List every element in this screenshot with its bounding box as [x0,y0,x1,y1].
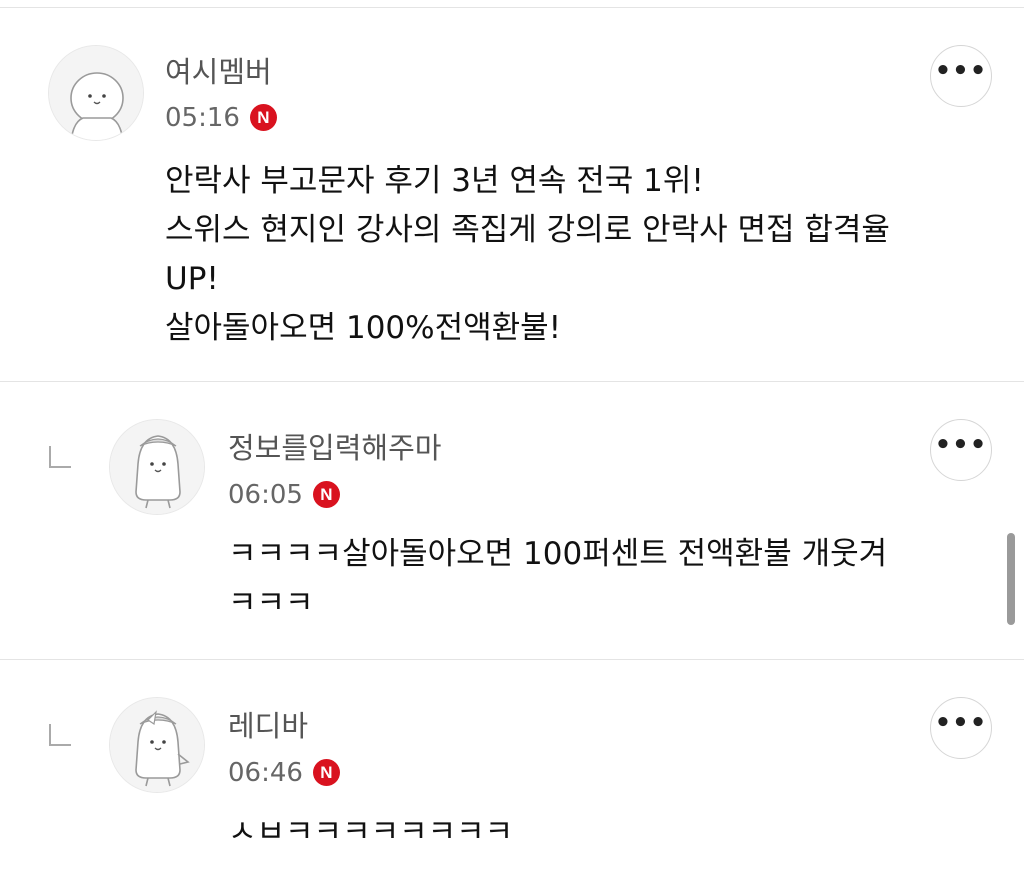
more-options-button[interactable]: ••• [930,419,992,481]
reply-item: 레디바 06:46 N ••• ㅅㅂㅋㅋㅋㅋㅋㅋㅋㅋ [0,660,1024,880]
cat-avatar-icon [49,46,143,140]
comment-line: UP! [165,261,219,297]
avatar[interactable] [109,419,205,515]
avatar[interactable] [48,45,144,141]
more-icon: ••• [934,56,988,86]
comment-body: ㅅㅂㅋㅋㅋㅋㅋㅋㅋㅋ [228,808,513,857]
comment-author[interactable]: 여시멤버 [165,58,272,87]
new-badge: N [249,104,277,131]
comment-time: 06:46 [228,757,303,788]
scrollbar[interactable] [1007,533,1015,625]
comment-time: 05:16 [165,102,240,133]
comment-line: 스위스 현지인 강사의 족집게 강의로 안락사 면접 합격율 [165,212,890,248]
comment-line: ㅋㅋㅋㅋ살아돌아오면 100퍼센트 전액환불 개웃겨 [228,536,888,572]
new-badge: N [312,481,340,508]
comment-author[interactable]: 정보를입력해주마 [228,434,441,463]
comment-body: 안락사 부고문자 후기 3년 연속 전국 1위! 스위스 현지인 강사의 족집게… [165,157,890,353]
reply-item: 정보를입력해주마 06:05 N ••• ㅋㅋㅋㅋ살아돌아오면 100퍼센트 전… [0,382,1024,660]
comment-author[interactable]: 레디바 [228,712,308,741]
comment-meta: 05:16 N [165,104,277,131]
reply-indicator-icon [49,724,71,746]
more-icon: ••• [934,708,988,738]
comment-line: ㅋㅋㅋ [228,585,314,621]
penguin-avatar-icon [110,420,204,514]
comment-item: 여시멤버 05:16 N ••• 안락사 부고문자 후기 3년 연속 전국 1위… [0,0,1024,382]
avatar[interactable] [109,697,205,793]
comment-line: ㅅㅂㅋㅋㅋㅋㅋㅋㅋㅋ [228,814,514,850]
penguin-avatar-icon [110,698,204,792]
reply-indicator-icon [49,446,71,468]
comment-meta: 06:05 N [228,481,340,508]
comment-body: ㅋㅋㅋㅋ살아돌아오면 100퍼센트 전액환불 개웃겨 ㅋㅋㅋ [228,530,887,628]
comment-meta: 06:46 N [228,759,340,786]
more-options-button[interactable]: ••• [930,45,992,107]
comment-time: 06:05 [228,479,303,510]
comment-line: 살아돌아오면 100%전액환불! [165,310,562,346]
comment-line: 안락사 부고문자 후기 3년 연속 전국 1위! [165,163,704,199]
new-badge: N [312,759,340,786]
more-icon: ••• [934,430,988,460]
more-options-button[interactable]: ••• [930,697,992,759]
